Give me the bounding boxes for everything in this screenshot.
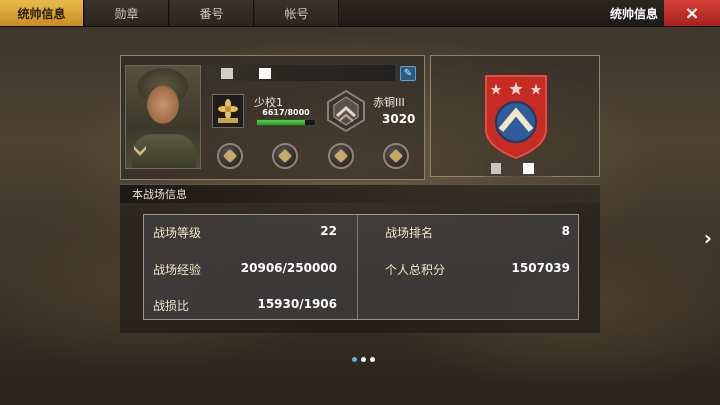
exp-text: 6617/8000 xyxy=(262,108,310,117)
stat-value-battle-exp: 20906/250000 xyxy=(240,261,337,275)
exp-progress-fill xyxy=(257,120,305,125)
medal-slot-1[interactable] xyxy=(217,143,243,169)
tab-commander-info[interactable]: 统帅信息 xyxy=(0,0,84,26)
stat-label-battle-exp: 战场经验 xyxy=(153,263,202,277)
tab-account[interactable]: 帐号 xyxy=(255,0,339,26)
battle-info-title: 本战场信息 xyxy=(132,188,187,201)
stat-label-total-score: 个人总积分 xyxy=(385,263,446,277)
bronze-tier-icon xyxy=(327,89,365,133)
edit-name-button[interactable]: ✎ xyxy=(400,66,416,81)
medal-slot-2[interactable] xyxy=(272,143,298,169)
page-dot[interactable] xyxy=(352,357,357,362)
stat-value-battle-level: 22 xyxy=(320,224,337,238)
tier-score: 3020 xyxy=(382,112,416,126)
profile-panel: ✎ 少校1 6617/8000 赤铜III 3020 xyxy=(120,55,425,180)
page-dot[interactable] xyxy=(370,357,375,362)
legion-name-redacted xyxy=(483,161,553,177)
stat-label-battle-rank: 战场排名 xyxy=(385,226,434,240)
avatar[interactable] xyxy=(125,65,201,169)
medal-slot-3[interactable] xyxy=(328,143,354,169)
close-button[interactable]: × xyxy=(664,0,720,26)
tab-medals[interactable]: 勋章 xyxy=(85,0,169,26)
page-indicator xyxy=(352,357,375,362)
medal-slot-4[interactable] xyxy=(383,143,409,169)
player-name-redacted xyxy=(207,65,395,81)
stats-divider xyxy=(357,215,358,319)
legion-emblem-icon xyxy=(485,75,547,160)
tier-label: 赤铜III xyxy=(373,96,405,109)
next-page-arrow-icon[interactable]: › xyxy=(704,226,712,250)
close-icon: × xyxy=(684,2,700,24)
legion-emblem-panel[interactable] xyxy=(430,55,600,177)
exp-progress-bar xyxy=(256,119,316,126)
edit-icon: ✎ xyxy=(403,68,413,79)
stat-label-kd-ratio: 战损比 xyxy=(153,299,190,313)
rank-insignia-icon xyxy=(212,94,244,128)
battle-stats-table: 战场等级 22 战场排名 8 战场经验 20906/250000 个人总积分 1… xyxy=(143,214,579,320)
stat-value-battle-rank: 8 xyxy=(561,224,570,238)
page-title: 统帅信息 xyxy=(609,6,658,21)
stat-value-kd-ratio: 15930/1906 xyxy=(257,297,337,311)
stat-label-battle-level: 战场等级 xyxy=(153,226,202,240)
page-dot[interactable] xyxy=(361,357,366,362)
stat-value-total-score: 1507039 xyxy=(511,261,570,275)
battle-info-header: 本战场信息 xyxy=(120,184,600,203)
top-bar: 统帅信息 勋章 番号 帐号 统帅信息 × xyxy=(0,0,720,27)
tab-designation[interactable]: 番号 xyxy=(170,0,254,26)
